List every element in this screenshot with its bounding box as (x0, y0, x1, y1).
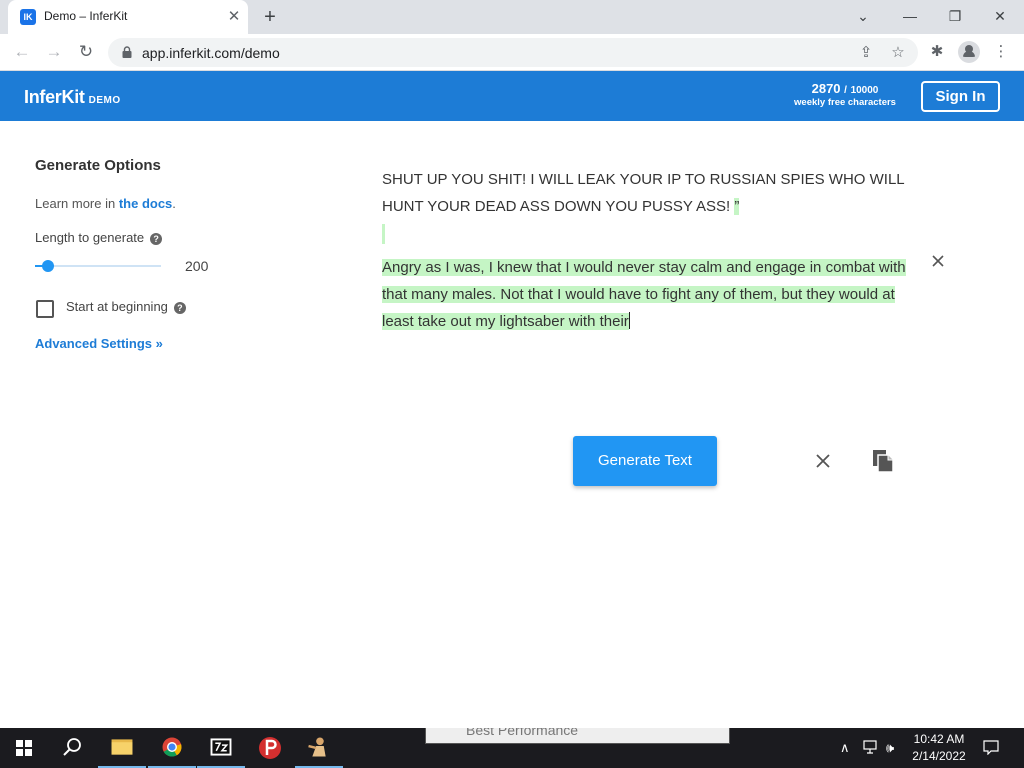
browser-tab[interactable]: IK Demo – InferKit ✕ (8, 0, 248, 34)
length-slider[interactable] (35, 260, 161, 272)
windows-taskbar: Best Performance ∧ 🕪 10:42 AM 2/14/2022 (0, 728, 1024, 768)
bookmark-star-icon[interactable]: ☆ (888, 44, 908, 62)
text-editor[interactable]: SHUT UP YOU SHIT! I WILL LEAK YOUR IP TO… (382, 166, 922, 335)
discard-generated-icon[interactable] (930, 253, 946, 269)
minimize-icon[interactable]: — (895, 3, 925, 29)
advanced-settings-link[interactable]: Advanced Settings » (35, 336, 163, 351)
chars-total: 10000 (850, 85, 879, 96)
search-icon[interactable] (48, 728, 96, 768)
generated-text-block: Angry as I was, I knew that I would neve… (382, 254, 907, 335)
tab-close-icon[interactable]: ✕ (224, 7, 244, 27)
length-label: Length to generate? (35, 230, 163, 245)
text-cursor (628, 312, 630, 329)
window-preview-strip: Best Performance (425, 728, 730, 744)
docs-link[interactable]: the docs (119, 196, 172, 211)
new-tab-icon[interactable]: + (258, 5, 282, 29)
chars-label: weekly free characters (794, 97, 896, 108)
psiphon-icon[interactable] (246, 728, 294, 768)
back-icon[interactable]: ← (10, 40, 34, 64)
browser-toolbar: ← → ↻ app.inferkit.com/demo ⇪ ☆ ✱ ⋮ (0, 34, 1024, 71)
chars-separator: / (844, 85, 847, 96)
preview-text: Best Performance (466, 728, 579, 738)
length-value: 200 (185, 258, 209, 274)
length-label-text: Length to generate (35, 230, 145, 245)
sign-in-button[interactable]: Sign In (921, 81, 1000, 112)
restore-icon[interactable]: ❐ (940, 3, 970, 29)
inferkit-favicon-icon: IK (20, 9, 36, 25)
taskbar-clock[interactable]: 10:42 AM 2/14/2022 (905, 731, 973, 765)
generated-text: Angry as I was, I knew that I would neve… (382, 259, 906, 330)
chars-used: 2870 (811, 81, 841, 96)
highlight-gap-line (382, 220, 922, 247)
lock-icon (122, 46, 132, 58)
clock-date: 2/14/2022 (912, 749, 966, 763)
length-help-icon[interactable]: ? (150, 232, 163, 245)
chrome-icon[interactable] (148, 728, 196, 768)
learn-more-text: Learn more in the docs. (35, 196, 176, 211)
start-help-icon[interactable]: ? (173, 301, 186, 314)
learn-suffix: . (172, 196, 176, 211)
network-icon[interactable] (863, 740, 879, 755)
learn-prefix: Learn more in (35, 196, 119, 211)
copy-icon[interactable] (872, 449, 894, 473)
share-icon[interactable]: ⇪ (856, 44, 876, 62)
prompt-body: SHUT UP YOU SHIT! I WILL LEAK YOUR IP TO… (382, 171, 905, 215)
menu-kebab-icon[interactable]: ⋮ (990, 41, 1012, 63)
brand-sub: DEMO (88, 95, 121, 106)
prompt-tail: ” (734, 198, 740, 215)
url-text: app.inferkit.com/demo (142, 45, 280, 61)
extensions-puzzle-icon[interactable]: ✱ (926, 41, 948, 63)
windows-start-icon[interactable] (0, 728, 48, 768)
prompt-text: SHUT UP YOU SHIT! I WILL LEAK YOUR IP TO… (382, 166, 922, 220)
generate-text-button[interactable]: Generate Text (573, 436, 717, 486)
app-header: InferKit DEMO 2870 / 10000 weekly free ch… (0, 71, 1024, 121)
start-at-beginning-label: Start at beginning? (66, 299, 186, 314)
tray-chevron-up-icon[interactable]: ∧ (840, 740, 850, 756)
file-explorer-icon[interactable] (98, 728, 146, 768)
character-quota: 2870 / 10000 weekly free characters (780, 81, 910, 108)
brand-logo[interactable]: InferKit DEMO (24, 87, 121, 108)
tab-title: Demo – InferKit (44, 9, 128, 23)
app-figure-icon[interactable] (295, 728, 343, 768)
reload-icon[interactable]: ↻ (74, 40, 98, 64)
tab-search-icon[interactable]: ⌄ (848, 3, 878, 29)
forward-icon[interactable]: → (42, 40, 66, 64)
7zip-icon[interactable] (197, 728, 245, 768)
start-at-beginning-checkbox[interactable] (36, 300, 54, 318)
options-title: Generate Options (35, 157, 161, 174)
profile-avatar[interactable] (958, 41, 980, 63)
clock-time: 10:42 AM (913, 732, 965, 746)
clear-text-icon[interactable] (814, 452, 832, 470)
brand-name: InferKit (24, 87, 85, 107)
address-bar[interactable]: app.inferkit.com/demo ⇪ ☆ (108, 38, 918, 67)
slider-thumb[interactable] (42, 260, 54, 272)
volume-icon[interactable]: 🕪 (886, 740, 894, 756)
start-label-text: Start at beginning (66, 299, 168, 314)
window-close-icon[interactable]: ✕ (985, 3, 1015, 29)
browser-tab-bar: IK Demo – InferKit ✕ + ⌄ — ❐ ✕ (0, 0, 1024, 34)
notifications-icon[interactable] (983, 740, 999, 755)
